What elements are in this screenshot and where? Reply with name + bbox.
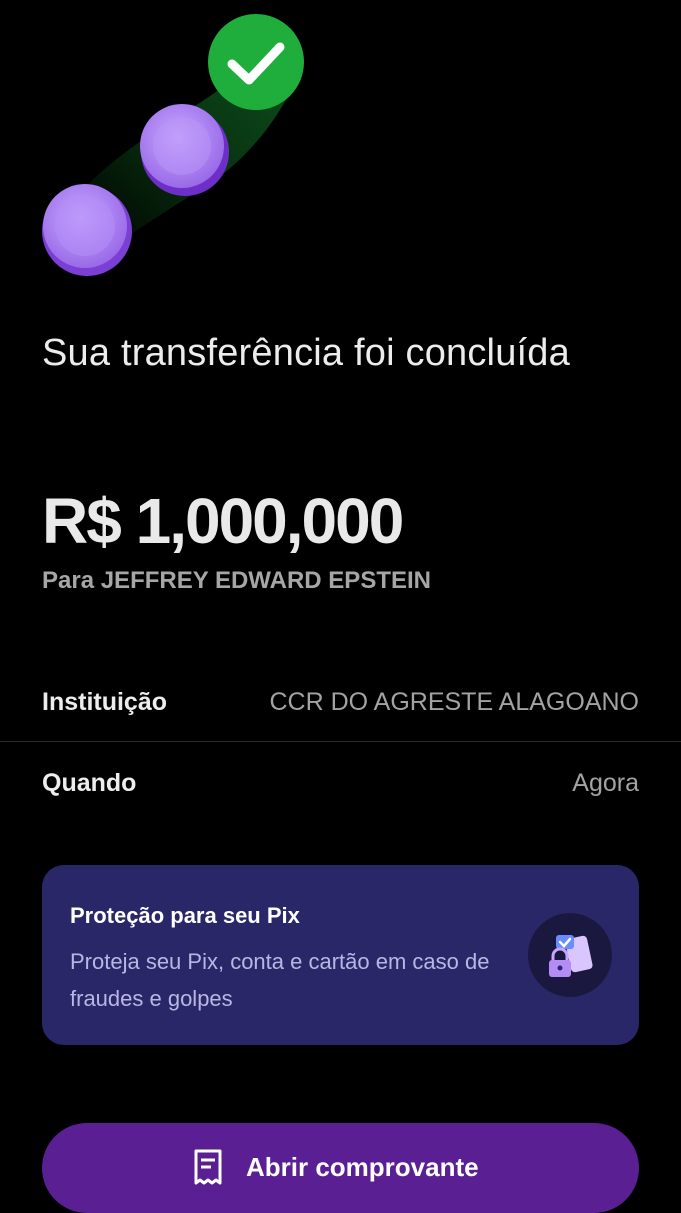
institution-value: CCR DO AGRESTE ALAGOANO <box>269 688 639 716</box>
shield-lock-icon <box>528 913 612 997</box>
card-description: Proteja seu Pix, conta e cartão em caso … <box>70 949 490 1011</box>
divider <box>0 741 681 742</box>
open-receipt-label: Abrir comprovante <box>246 1151 479 1182</box>
page-title: Sua transferência foi concluída <box>42 332 570 374</box>
recipient-name: Para JEFFREY EDWARD EPSTEIN <box>42 567 431 594</box>
institution-label: Instituição <box>42 688 168 716</box>
card-title: Proteção para seu Pix <box>70 903 300 928</box>
transfer-amount: R$ 1,000,000 <box>42 485 404 557</box>
success-illustration <box>42 14 304 276</box>
check-circle-icon <box>208 14 304 110</box>
when-label: Quando <box>42 769 137 797</box>
when-value: Agora <box>572 769 639 797</box>
pix-protection-card[interactable]: Proteção para seu Pix Proteja seu Pix, c… <box>42 865 639 1045</box>
receipt-icon <box>194 1149 222 1185</box>
